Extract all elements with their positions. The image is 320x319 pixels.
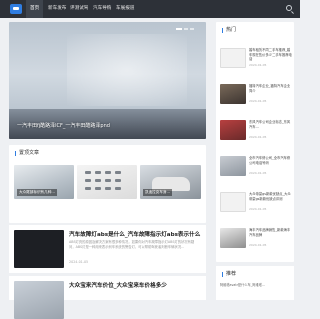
- sidebar-item[interactable]: 福特汽车企业_福特汽车企业简介 2024-01-05: [220, 84, 292, 110]
- sidebar-item-date: 2024-01-05: [249, 135, 267, 139]
- featured-thumb[interactable]: [77, 165, 137, 199]
- featured-thumb[interactable]: 大众尾部标识有几种…: [14, 165, 74, 199]
- banner-title[interactable]: 一汽丰田fj酷路泽lCF_一汽丰田酷路泽pnd: [17, 122, 110, 129]
- nav-auto-show[interactable]: 车展报道: [112, 0, 138, 18]
- sidebar-item-title[interactable]: 福特汽车企业_福特汽车企业简介: [249, 84, 292, 93]
- featured-section: 置顶文章 大众尾部标识有几种… 凯迪拉克车身…: [9, 145, 206, 223]
- sidebar-item-date: 2024-01-05: [249, 171, 267, 175]
- banner-pagination[interactable]: [176, 28, 194, 30]
- search-icon[interactable]: [286, 5, 292, 11]
- sidebar-item[interactable]: 婚车租赁不同二手车推荐_婚车现在售价多少二手车推荐电话 2024-01-05: [220, 48, 292, 74]
- article-desc: ABS灯亮的原因及解决方案有很多种情况，如果你对汽车故障指示灯ABS灯的状况有疑…: [69, 240, 195, 249]
- recommend-item[interactable]: 阿维塔avatr是什么车_阿维塔...: [220, 282, 292, 287]
- article-card[interactable]: 汽车故障灯abs是什么_汽车故障指示灯abs表示什么 ABS灯亮的原因及解决方案…: [9, 225, 206, 273]
- article-title[interactable]: 大众宝来汽车价位_大众宝来车价格多少: [69, 281, 167, 289]
- sidebar-title: 热门: [222, 28, 236, 33]
- thumb-caption: 大众尾部标识有几种…: [17, 189, 57, 196]
- sidebar-thumb[interactable]: [220, 228, 246, 248]
- sidebar-title: 推荐: [222, 272, 236, 277]
- thumb-caption: 凯迪拉克车身…: [143, 189, 173, 196]
- article-title[interactable]: 汽车故障灯abs是什么_汽车故障指示灯abs表示什么: [69, 230, 200, 238]
- sidebar-item-title[interactable]: 海丰汽车品牌销售_新款海丰汽车品牌: [249, 228, 292, 237]
- sidebar-thumb[interactable]: [220, 192, 246, 212]
- banner-glow: [67, 34, 187, 106]
- sidebar-item-date: 2024-01-05: [249, 99, 267, 103]
- sidebar-item-title[interactable]: 东风汽车公司企业标志_东风汽车...: [249, 120, 292, 129]
- sidebar-item[interactable]: 海丰汽车品牌销售_新款海丰汽车品牌 2024-01-05: [220, 228, 292, 254]
- article-date: 2024-01-05: [69, 260, 89, 264]
- sidebar-item[interactable]: 大众帝豪gs新款优缺点_大众帝豪gs新款优缺点评测 2024-01-05: [220, 192, 292, 218]
- sidebar-item-title[interactable]: 大众帝豪gs新款优缺点_大众帝豪gs新款优缺点评测: [249, 192, 292, 201]
- sidebar-item[interactable]: 全市汽车修公司_全市汽车修公司电话号码 2024-01-05: [220, 156, 292, 182]
- article-image[interactable]: [14, 281, 64, 319]
- sidebar-thumb[interactable]: [220, 156, 246, 176]
- recommend-sidebar: 推荐 阿维塔avatr是什么车_阿维塔...: [216, 266, 294, 300]
- hero-banner[interactable]: 一汽丰田fj酷路泽lCF_一汽丰田酷路泽pnd: [9, 22, 206, 139]
- hot-sidebar: 热门 婚车租赁不同二手车推荐_婚车现在售价多少二手车推荐电话 2024-01-0…: [216, 22, 294, 262]
- sidebar-item-date: 2024-01-05: [249, 207, 267, 211]
- article-image[interactable]: [14, 230, 64, 268]
- sidebar-item-date: 2024-01-05: [249, 243, 267, 247]
- sidebar-item-title[interactable]: 婚车租赁不同二手车推荐_婚车现在售价多少二手车推荐电话: [249, 48, 292, 62]
- sidebar-thumb[interactable]: [220, 120, 246, 140]
- top-nav-bar: 首页 新车发布 评测试驾 汽车导购 车展报道: [0, 0, 300, 18]
- sidebar-thumb[interactable]: [220, 48, 246, 68]
- sidebar-thumb[interactable]: [220, 84, 246, 104]
- section-title: 置顶文章: [15, 151, 39, 156]
- nav-home[interactable]: 首页: [26, 0, 44, 18]
- sidebar-item[interactable]: 东风汽车公司企业标志_东风汽车... 2024-01-05: [220, 120, 292, 146]
- site-logo[interactable]: [10, 4, 22, 14]
- sidebar-item-date: 2024-01-05: [249, 63, 267, 67]
- featured-thumb[interactable]: 凯迪拉克车身…: [140, 165, 201, 199]
- article-card[interactable]: 大众宝来汽车价位_大众宝来车价格多少: [9, 276, 206, 319]
- sidebar-item-title[interactable]: 全市汽车修公司_全市汽车修公司电话号码: [249, 156, 292, 165]
